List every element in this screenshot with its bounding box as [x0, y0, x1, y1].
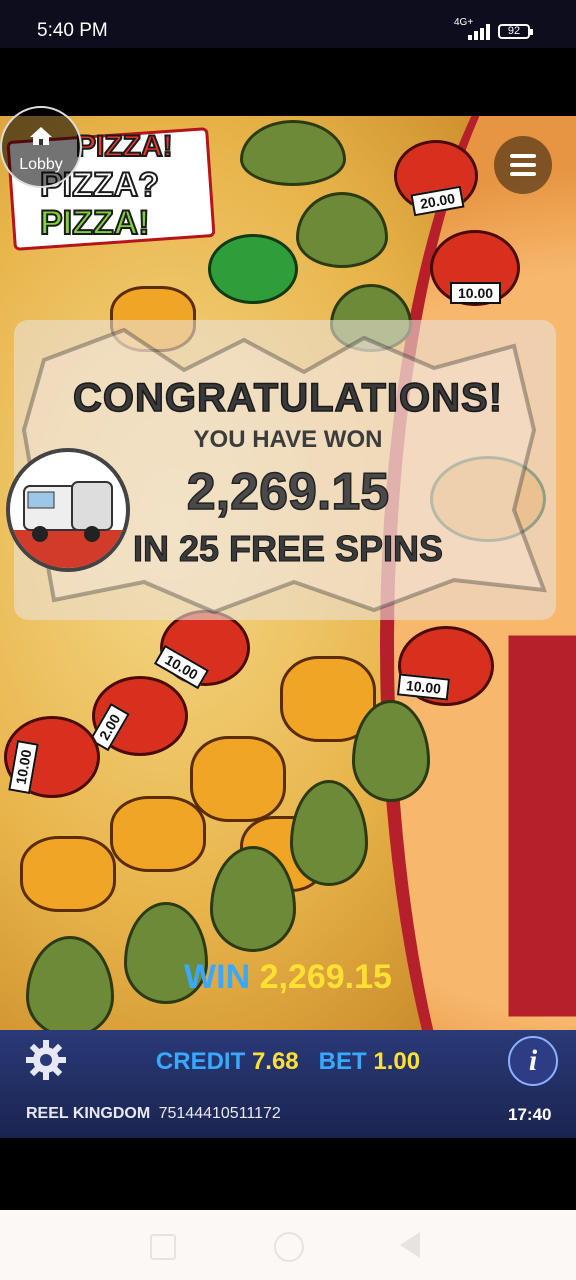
credit-value: 7.68 [251, 1048, 299, 1075]
menu-button[interactable] [494, 136, 552, 194]
win-display: WIN 2,269.15 [0, 958, 576, 997]
recents-button[interactable] [150, 1234, 176, 1260]
home-icon [30, 127, 52, 145]
win-label: WIN [184, 958, 251, 996]
home-button[interactable] [274, 1232, 304, 1262]
basil-symbol [240, 120, 346, 186]
status-time: 5:40 PM [37, 20, 108, 41]
battery-icon: 92 [498, 24, 533, 39]
symbol-tag: 10.00 [450, 282, 502, 304]
olive-symbol [208, 234, 298, 304]
menu-icon [510, 154, 536, 158]
basil-symbol [296, 192, 388, 268]
logo-line: PIZZA! [75, 129, 174, 164]
popup-title: CONGRATULATIONS! [72, 375, 504, 421]
lobby-label: Lobby [19, 156, 63, 173]
delivery-truck-icon [6, 448, 130, 572]
signal-icon [468, 24, 492, 40]
cheese-symbol [20, 836, 116, 912]
bet-value[interactable]: 1.00 [373, 1048, 420, 1075]
credit-bet-display: CREDIT 7.68 BET 1.00 [0, 1048, 576, 1076]
win-value: 2,269.15 [259, 958, 392, 996]
logo-line: PIZZA! [39, 203, 151, 243]
back-button[interactable] [400, 1232, 420, 1258]
provider-name: REEL KINGDOM [26, 1105, 151, 1122]
game-clock: 17:40 [508, 1105, 552, 1124]
credit-label: CREDIT [155, 1048, 246, 1075]
android-nav-bar [0, 1210, 576, 1280]
round-id: 75144410511172 [158, 1105, 281, 1122]
cheese-symbol [190, 736, 286, 822]
status-bar: 5:40 PM 4G+ 92 [0, 0, 576, 48]
info-button[interactable]: i [508, 1036, 558, 1086]
lobby-button[interactable]: Lobby [0, 106, 82, 188]
bet-label: BET [318, 1048, 367, 1075]
basil-symbol [290, 780, 368, 886]
provider-info: REEL KINGDOM 75144410511172 [26, 1105, 281, 1123]
cheese-symbol [110, 796, 206, 872]
